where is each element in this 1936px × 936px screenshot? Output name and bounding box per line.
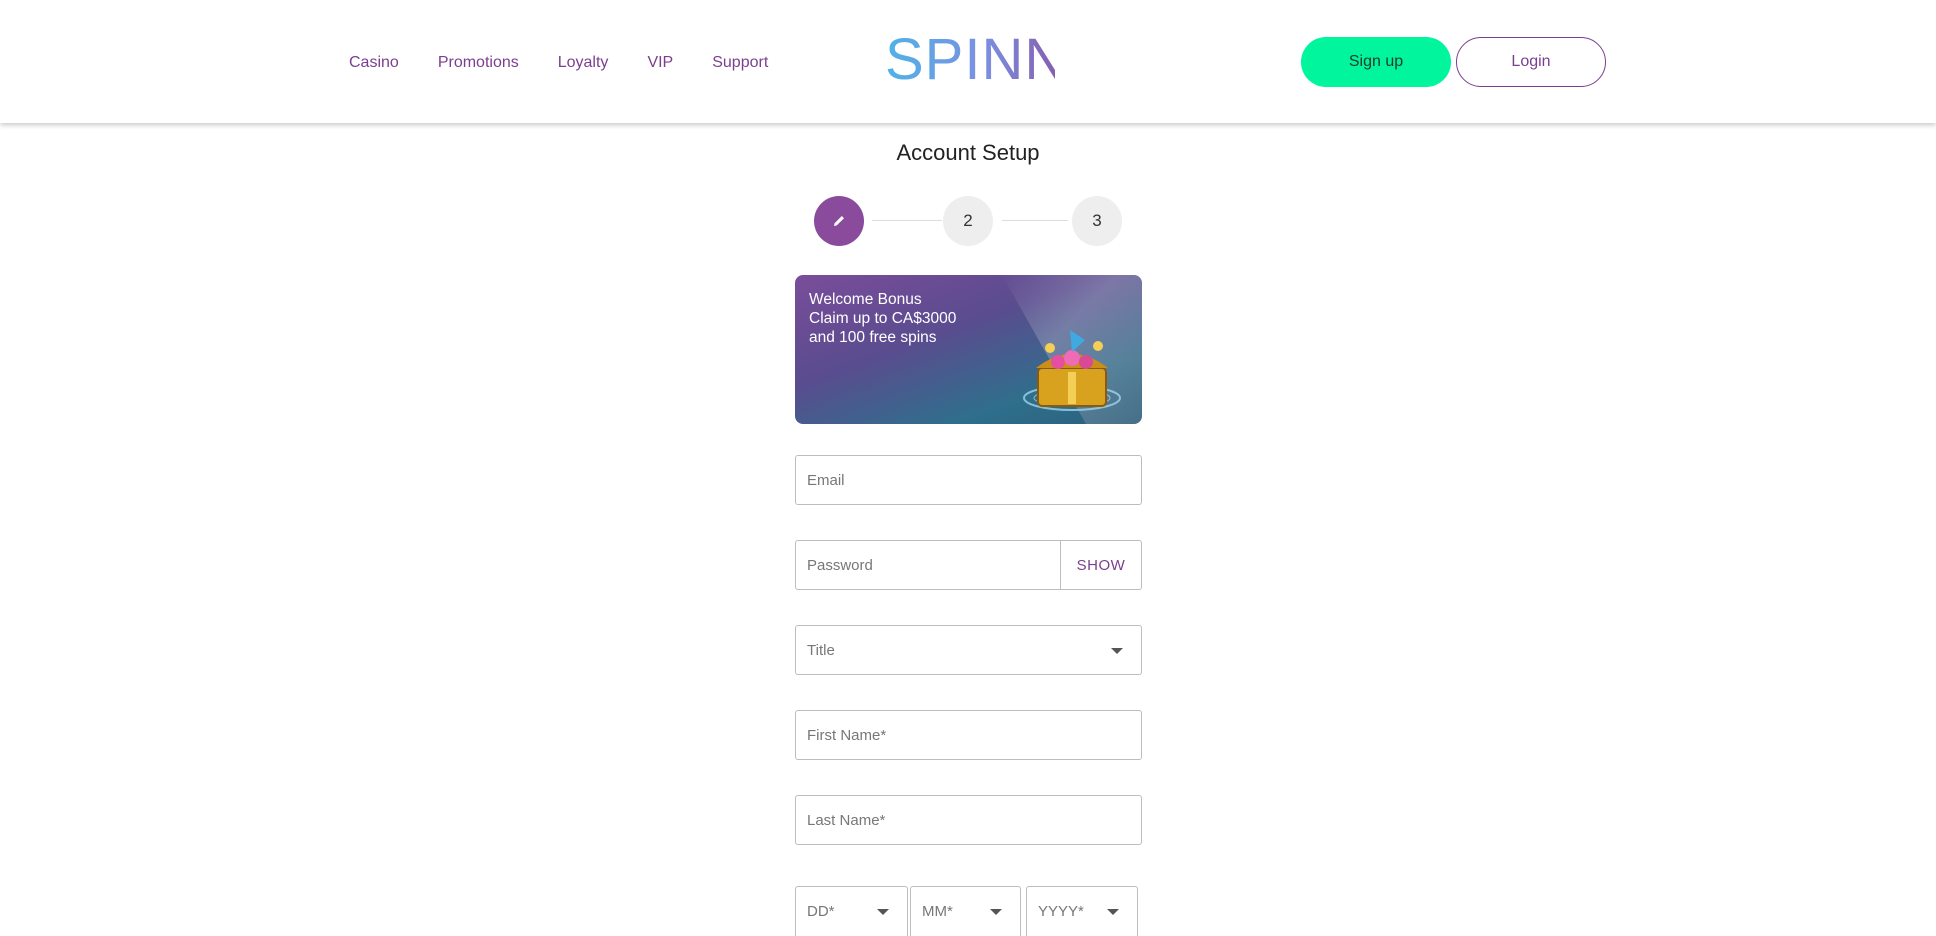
banner-line-3: and 100 free spins xyxy=(809,329,937,346)
dob-year-placeholder: YYYY* xyxy=(1038,903,1084,920)
show-password-button[interactable]: SHOW xyxy=(1060,541,1141,589)
nav-vip[interactable]: VIP xyxy=(647,52,673,74)
first-name-input[interactable]: First Name* xyxy=(795,710,1142,760)
nav-support[interactable]: Support xyxy=(712,52,768,74)
step-2: 2 xyxy=(943,196,993,246)
first-name-placeholder: First Name* xyxy=(807,726,887,744)
email-placeholder: Email xyxy=(807,471,845,489)
last-name-placeholder: Last Name* xyxy=(807,811,886,829)
step-connector xyxy=(872,220,942,221)
title-select[interactable]: Title xyxy=(795,625,1142,675)
chevron-down-icon xyxy=(990,909,1002,915)
login-button[interactable]: Login xyxy=(1456,37,1606,87)
pencil-icon xyxy=(834,216,844,226)
password-input[interactable]: Password SHOW xyxy=(795,540,1142,590)
nav-promotions[interactable]: Promotions xyxy=(438,52,519,74)
step-connector xyxy=(1002,220,1068,221)
dob-day-placeholder: DD* xyxy=(807,903,835,920)
chevron-down-icon xyxy=(877,909,889,915)
step-1 xyxy=(814,196,864,246)
banner-text: Welcome Bonus Claim up to CA$3000 and 10… xyxy=(809,290,956,347)
last-name-input[interactable]: Last Name* xyxy=(795,795,1142,845)
dob-month-placeholder: MM* xyxy=(922,903,953,920)
title-placeholder: Title xyxy=(807,641,835,659)
treasure-chest-icon xyxy=(1023,330,1121,411)
page-title: Account Setup xyxy=(896,140,1040,165)
nav-loyalty[interactable]: Loyalty xyxy=(558,52,609,74)
password-placeholder: Password xyxy=(807,556,873,574)
chevron-down-icon xyxy=(1111,648,1123,654)
dob-year-select[interactable]: YYYY* xyxy=(1026,886,1138,936)
signup-button[interactable]: Sign up xyxy=(1301,37,1451,87)
banner-line-1: Welcome Bonus xyxy=(809,291,922,308)
dob-month-select[interactable]: MM* xyxy=(910,886,1021,936)
welcome-bonus-banner[interactable]: Welcome Bonus Claim up to CA$3000 and 10… xyxy=(795,275,1142,424)
email-input[interactable]: Email xyxy=(795,455,1142,505)
nav-casino[interactable]: Casino xyxy=(349,52,399,74)
step-3: 3 xyxy=(1072,196,1122,246)
site-header: Casino Promotions Loyalty VIP Support SP… xyxy=(0,0,1936,123)
setup-stepper: 2 3 xyxy=(814,196,1124,246)
chevron-down-icon xyxy=(1107,909,1119,915)
main-nav: Casino Promotions Loyalty VIP Support xyxy=(349,52,807,74)
spinni-logo[interactable]: SPINNI xyxy=(885,26,1055,86)
banner-line-2: Claim up to CA$3000 xyxy=(809,310,957,327)
svg-text:SPINNI: SPINNI xyxy=(885,27,1055,86)
dob-day-select[interactable]: DD* xyxy=(795,886,908,936)
